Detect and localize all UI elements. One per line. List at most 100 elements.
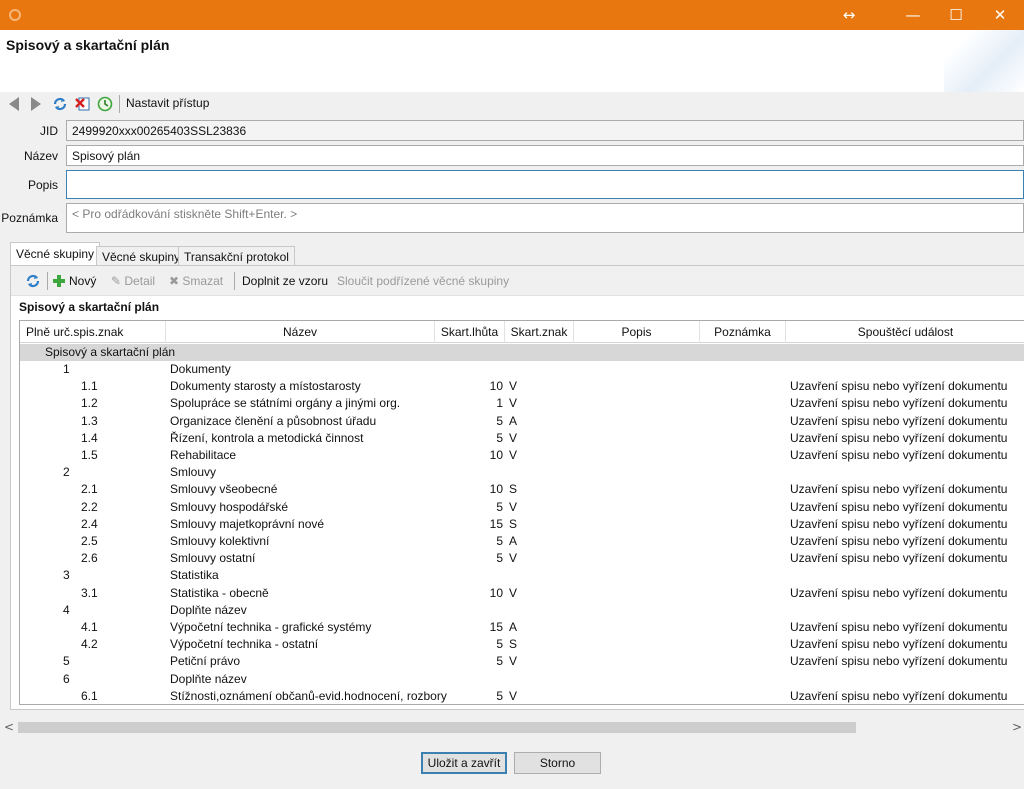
app-icon <box>9 9 21 21</box>
cell-sign: S <box>509 637 518 652</box>
detail-button[interactable]: ✎ Detail <box>111 274 155 288</box>
cell-name: Dokumenty starosty a místostarosty <box>170 379 361 394</box>
tab-vecne-skupiny-2[interactable]: Věcné skupiny <box>96 246 187 266</box>
cell-sign: V <box>509 379 518 394</box>
scrollbar-thumb[interactable] <box>18 722 856 733</box>
delete-icon[interactable] <box>74 96 90 112</box>
save-close-button[interactable]: Uložit a zavřít <box>421 752 507 774</box>
column-header-note[interactable]: Poznámka <box>700 321 786 343</box>
cell-event: Uzavření spisu nebo vyřízení dokumentu <box>790 654 1008 669</box>
tab-panel: Nový ✎ Detail ✖ Smazat Doplnit ze vzoru … <box>10 265 1024 710</box>
cell-event: Uzavření spisu nebo vyřízení dokumentu <box>790 620 1008 634</box>
cell-code: 2.2 <box>81 499 98 514</box>
description-field[interactable] <box>66 170 1024 199</box>
table-row[interactable]: 2.1 Smlouvy všeobecné 10 S Uzavření spisu ne… <box>20 481 1024 498</box>
cell-event: Uzavření spisu nebo vyřízení dokumentu <box>790 413 1008 428</box>
resize-icon[interactable]: ↔ <box>826 0 872 30</box>
table-row[interactable]: 6.1 Stížnosti,oznámení občanů-evid.hodnoc… <box>20 688 1024 704</box>
cell-code: 1.4 <box>81 430 98 445</box>
forward-icon[interactable] <box>28 96 44 112</box>
table-row[interactable]: 5 Petiční právo 5 V Uzavření spisu nebo vyří… <box>20 653 1024 670</box>
column-header-period[interactable]: Skart.lhůta <box>435 321 505 343</box>
horizontal-scrollbar[interactable]: < > <box>0 719 1024 736</box>
back-icon[interactable] <box>6 96 22 112</box>
maximize-button[interactable]: ☐ <box>933 0 979 30</box>
tab-vecne-skupiny-1[interactable]: Věcné skupiny <box>10 242 101 267</box>
table-row[interactable]: 1 Dokumenty <box>20 361 1024 378</box>
cell-sign: V <box>509 499 518 514</box>
cell-code: 1.5 <box>81 448 98 462</box>
refresh-icon[interactable] <box>25 273 41 289</box>
table-row[interactable]: 4.2 Výpočetní technika - ostatní 5 S Uzavřen… <box>20 636 1024 653</box>
table-row[interactable]: 2.4 Smlouvy majetkoprávní nové 15 S Uzavření… <box>20 516 1024 533</box>
tab-transakcni-protokol[interactable]: Transakční protokol <box>178 246 295 266</box>
cell-code: 3.1 <box>81 585 98 600</box>
table-row[interactable]: 3.1 Statistika - obecně 10 V Uzavření spisu … <box>20 585 1024 602</box>
column-header-event[interactable]: Spouštěcí událost <box>786 321 1024 343</box>
table-row[interactable]: 3 Statistika <box>20 567 1024 584</box>
group-row[interactable]: Spisový a skartační plán <box>20 344 1024 361</box>
jid-field[interactable]: 2499920xxx00265403SSL23836 <box>66 120 1024 141</box>
cell-event: Uzavření spisu nebo vyřízení dokumentu <box>790 688 1008 703</box>
history-icon[interactable] <box>97 96 113 112</box>
table-row[interactable]: 1.3 Organizace členění a působnost úřadu 5… <box>20 413 1024 430</box>
name-field[interactable]: Spisový plán <box>66 145 1024 166</box>
table-row[interactable]: 4 Doplňte název <box>20 602 1024 619</box>
table-row[interactable]: 2.6 Smlouvy ostatní 5 V Uzavření spisu nebo … <box>20 550 1024 567</box>
table-row[interactable]: 6 Doplňte název <box>20 671 1024 688</box>
fill-from-template-button[interactable]: Doplnit ze vzoru <box>242 274 328 288</box>
merge-groups-button[interactable]: Sloučit podřízené věcné skupiny <box>337 274 509 288</box>
cell-code: 6 <box>63 671 70 686</box>
cell-period: 5 <box>496 534 503 548</box>
scroll-right-icon[interactable]: > <box>1012 720 1022 734</box>
cell-name: Statistika - obecně <box>170 585 269 600</box>
cell-name: Smlouvy kolektivní <box>170 534 270 548</box>
table-row[interactable]: 1.1 Dokumenty starosty a místostarosty 10 V… <box>20 378 1024 395</box>
cell-period: 5 <box>496 551 503 566</box>
cell-event: Uzavření spisu nebo vyřízení dokumentu <box>790 585 1008 600</box>
table-row[interactable]: 1.2 Spolupráce se státními orgány a jiným… <box>20 395 1024 412</box>
column-header-code[interactable]: Plně urč.spis.znak <box>20 321 166 343</box>
grid-toolbar: Nový ✎ Detail ✖ Smazat Doplnit ze vzoru … <box>11 266 1024 296</box>
cell-code: 1 <box>63 362 70 376</box>
cell-sign: A <box>509 620 518 634</box>
delete-button[interactable]: ✖ Smazat <box>169 274 223 288</box>
cell-name: Spolupráce se státními orgány a jinými o… <box>170 396 401 411</box>
cancel-button[interactable]: Storno <box>514 752 601 774</box>
column-header-name[interactable]: Název <box>166 321 435 343</box>
cell-code: 1.3 <box>81 413 98 428</box>
table-row[interactable]: 4.1 Výpočetní technika - grafické systémy… <box>20 619 1024 636</box>
column-header-sign[interactable]: Skart.znak <box>505 321 574 343</box>
table-row[interactable]: 2 Smlouvy <box>20 464 1024 481</box>
table-row[interactable]: 1.4 Řízení, kontrola a metodická činnost 5… <box>20 430 1024 447</box>
cell-sign: V <box>509 551 518 566</box>
toolbar-separator <box>119 95 120 113</box>
note-field[interactable]: < Pro odřádkování stiskněte Shift+Enter.… <box>66 203 1024 233</box>
cell-period: 5 <box>496 499 503 514</box>
page-header: Spisový a skartační plán <box>0 30 1024 92</box>
set-access-button[interactable]: Nastavit přístup <box>126 96 209 110</box>
minimize-button[interactable]: — <box>890 0 936 30</box>
scroll-left-icon[interactable]: < <box>4 720 14 734</box>
cell-code: 5 <box>63 654 70 669</box>
records-grid[interactable]: Plně urč.spis.znak Název Skart.lhůta Ska… <box>19 320 1024 705</box>
cell-name: Výpočetní technika - ostatní <box>170 637 319 652</box>
cell-period: 10 <box>489 379 503 394</box>
cell-code: 1.2 <box>81 396 98 411</box>
cell-name: Doplňte název <box>170 602 247 617</box>
cell-code: 2.1 <box>81 482 98 497</box>
refresh-icon[interactable] <box>52 96 68 112</box>
column-header-description[interactable]: Popis <box>574 321 700 343</box>
close-button[interactable]: ✕ <box>977 0 1023 30</box>
cell-sign: A <box>509 534 518 548</box>
table-row[interactable]: 1.5 Rehabilitace 10 V Uzavření spisu nebo vy… <box>20 447 1024 464</box>
cell-name: Smlouvy ostatní <box>170 551 256 566</box>
toolbar-separator <box>234 272 235 290</box>
note-label: Poznámka <box>1 211 58 225</box>
cell-period: 5 <box>496 637 503 652</box>
table-row[interactable]: 2.5 Smlouvy kolektivní 5 A Uzavření spisu ne… <box>20 533 1024 550</box>
new-button[interactable]: Nový <box>53 274 96 288</box>
cell-name: Stížnosti,oznámení občanů-evid.hodnocení… <box>170 688 447 703</box>
cell-period: 10 <box>489 585 503 600</box>
table-row[interactable]: 2.2 Smlouvy hospodářské 5 V Uzavření spisu n… <box>20 499 1024 516</box>
